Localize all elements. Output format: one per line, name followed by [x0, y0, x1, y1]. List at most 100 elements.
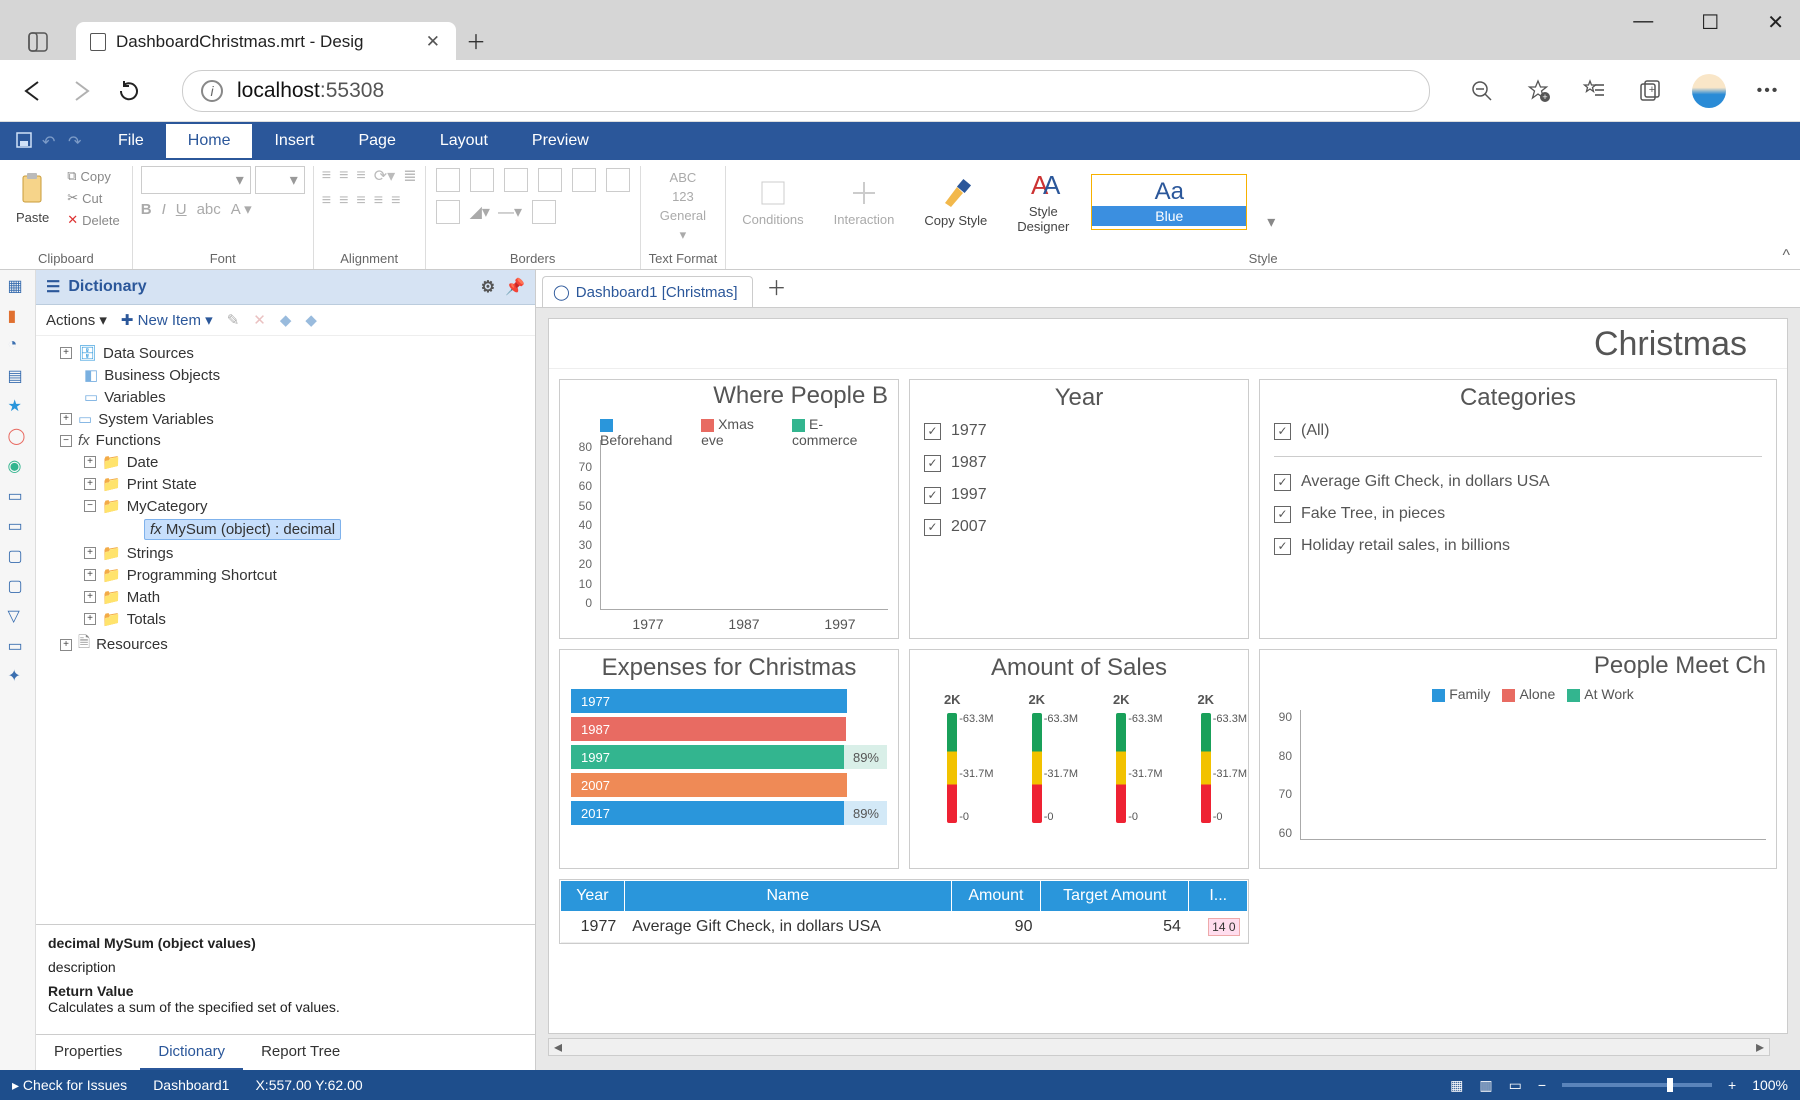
tab-file[interactable]: File	[96, 124, 166, 158]
text-icon[interactable]: ▭	[8, 516, 28, 536]
image-icon[interactable]: ▭	[8, 486, 28, 506]
italic-button[interactable]: I	[162, 201, 166, 218]
widget-categories[interactable]: Categories ✓(All)✓Average Gift Check, in…	[1259, 379, 1777, 639]
shape-icon[interactable]: ▢	[8, 576, 28, 596]
button-icon[interactable]: ▭	[8, 636, 28, 656]
interaction-button[interactable]: Interaction	[826, 174, 903, 231]
address-bar[interactable]: i localhost:55308	[182, 70, 1430, 112]
tab-home[interactable]: Home	[166, 124, 253, 158]
view-mode-3-icon[interactable]: ▭	[1509, 1077, 1522, 1094]
tree-strings[interactable]: + 📁 Strings	[44, 542, 535, 564]
gauge-icon[interactable]: ◔	[8, 336, 28, 356]
reload-button[interactable]	[114, 76, 144, 106]
undo-icon[interactable]: ↶	[42, 132, 60, 150]
browser-tab[interactable]: DashboardChristmas.mrt - Desig ✕	[76, 22, 456, 60]
favorites-list-icon[interactable]	[1580, 77, 1608, 105]
tree-totals[interactable]: + 📁 Totals	[44, 608, 535, 630]
copy-button[interactable]: ⧉Copy	[63, 166, 123, 186]
forward-button[interactable]	[66, 76, 96, 106]
more-tool-icon[interactable]: ✦	[8, 666, 28, 686]
tab-report-tree[interactable]: Report Tree	[243, 1035, 358, 1070]
widget-where-people[interactable]: Where People B BeforehandXmas eveE-comme…	[559, 379, 899, 639]
justify-icon[interactable]: ≣	[403, 166, 416, 186]
view-mode-1-icon[interactable]: ▦	[1450, 1077, 1463, 1094]
tab-overview-button[interactable]	[20, 24, 56, 60]
new-tab-button[interactable]: ＋	[456, 20, 496, 60]
tree-resources[interactable]: + 🗎 Resources	[44, 630, 535, 659]
copy-style-button[interactable]: Copy Style	[916, 173, 995, 232]
font-family-drop[interactable]: ▾	[141, 166, 251, 194]
cat-option[interactable]: ✓Fake Tree, in pieces	[1274, 505, 1762, 523]
progress-icon[interactable]: ◯	[8, 426, 28, 446]
maximize-button[interactable]: ☐	[1701, 10, 1719, 35]
table-icon[interactable]: ▦	[8, 276, 28, 296]
back-button[interactable]	[18, 76, 48, 106]
border-style-button[interactable]: —▾	[498, 202, 522, 222]
cat-option[interactable]: ✓Average Gift Check, in dollars USA	[1274, 473, 1762, 491]
year-option[interactable]: ✓1997	[924, 486, 1234, 504]
down-icon[interactable]: ◆	[305, 311, 317, 329]
tab-insert[interactable]: Insert	[252, 124, 336, 158]
save-icon[interactable]	[16, 132, 34, 150]
tab-dictionary[interactable]: Dictionary	[140, 1035, 243, 1070]
zoom-out-icon[interactable]	[1468, 77, 1496, 105]
new-item-menu[interactable]: ✚ New Item ▾	[121, 311, 213, 329]
zoom-out-button[interactable]: −	[1538, 1077, 1546, 1093]
style-preset[interactable]: Aa Blue	[1091, 174, 1247, 230]
paste-button[interactable]: Paste	[8, 168, 57, 229]
year-option[interactable]: ✓1977	[924, 422, 1234, 440]
close-tab-icon[interactable]: ✕	[426, 32, 440, 52]
year-option[interactable]: ✓1987	[924, 454, 1234, 472]
horizontal-scrollbar[interactable]: ◂ ▸	[548, 1038, 1770, 1056]
widget-year[interactable]: Year ✓1977✓1987✓1997✓2007	[909, 379, 1249, 639]
cut-button[interactable]: ✂Cut	[63, 188, 123, 208]
tree-prog-shortcut[interactable]: + 📁 Programming Shortcut	[44, 564, 535, 586]
align-center-icon[interactable]: ≡	[339, 167, 348, 185]
tree-variables[interactable]: ▭ Variables	[44, 386, 535, 408]
profile-avatar[interactable]	[1692, 74, 1726, 108]
tree-mycategory[interactable]: − 📁 MyCategory	[44, 495, 535, 517]
tree-math[interactable]: + 📁 Math	[44, 586, 535, 608]
style-more-button[interactable]: ▾	[1261, 206, 1281, 238]
panel-icon[interactable]: ▢	[8, 546, 28, 566]
tab-properties[interactable]: Properties	[36, 1035, 140, 1070]
widget-data-table[interactable]: YearNameAmountTarget AmountI...1977Avera…	[559, 879, 1249, 944]
zoom-in-button[interactable]: +	[1728, 1077, 1736, 1093]
tab-layout[interactable]: Layout	[418, 124, 510, 158]
chart-icon[interactable]: ▮	[8, 306, 28, 326]
tree-system-variables[interactable]: + ▭ System Variables	[44, 408, 535, 430]
cat-all[interactable]: ✓(All)	[1274, 422, 1762, 440]
redo-icon[interactable]: ↷	[68, 132, 86, 150]
doc-tab-dashboard1[interactable]: ◯ Dashboard1 [Christmas]	[542, 276, 753, 307]
year-option[interactable]: ✓2007	[924, 518, 1234, 536]
font-color-button[interactable]: A ▾	[231, 200, 252, 218]
tree-print-state[interactable]: + 📁 Print State	[44, 473, 535, 495]
tree-date[interactable]: + 📁 Date	[44, 451, 535, 473]
scroll-left-icon[interactable]: ◂	[549, 1037, 567, 1057]
minimize-button[interactable]: —	[1633, 10, 1653, 35]
scroll-right-icon[interactable]: ▸	[1751, 1037, 1769, 1057]
tree-business-objects[interactable]: ◧ Business Objects	[44, 364, 535, 386]
view-mode-2-icon[interactable]: ▥	[1479, 1077, 1492, 1094]
zoom-slider[interactable]	[1562, 1083, 1712, 1087]
indicator-icon[interactable]: ★	[8, 396, 28, 416]
delete-button[interactable]: ✕Delete	[63, 210, 123, 230]
dictionary-tree[interactable]: + 🗄 Data Sources ◧ Business Objects ▭ Va…	[36, 336, 535, 924]
filter-icon[interactable]: ▽	[8, 606, 28, 626]
up-icon[interactable]: ◆	[280, 311, 292, 329]
actions-menu[interactable]: Actions ▾	[46, 311, 107, 329]
rotate-icon[interactable]: ⟳▾	[374, 166, 395, 186]
align-right-icon[interactable]: ≡	[356, 167, 365, 185]
more-icon[interactable]: •••	[1754, 77, 1782, 105]
settings-icon[interactable]: ⚙	[481, 277, 495, 297]
widget-expenses[interactable]: Expenses for Christmas 1977 119% 1987 13…	[559, 649, 899, 869]
dashboard-canvas[interactable]: Christmas Year ✓1977✓1987✓1997✓2007 Cate…	[548, 318, 1788, 1034]
remove-icon[interactable]: ✕	[253, 311, 266, 329]
add-page-button[interactable]: ＋	[753, 266, 801, 307]
pivot-icon[interactable]: ▤	[8, 366, 28, 386]
close-button[interactable]: ✕	[1767, 10, 1784, 35]
tree-data-sources[interactable]: + 🗄 Data Sources	[44, 342, 535, 364]
check-issues-button[interactable]: ▸ Check for Issues	[12, 1077, 127, 1094]
tree-mysum[interactable]: fx MySum (object) : decimal	[44, 517, 535, 542]
tab-page[interactable]: Page	[336, 124, 417, 158]
